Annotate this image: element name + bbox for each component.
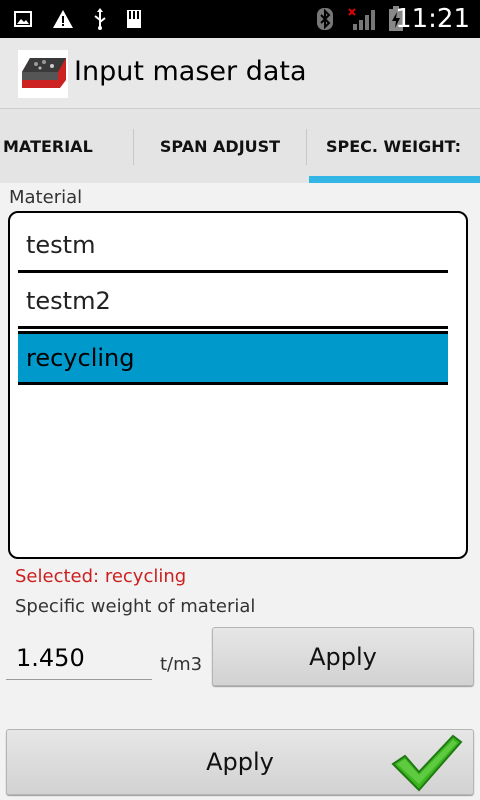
- usb-icon: [90, 0, 110, 38]
- specific-weight-label: Specific weight of material: [15, 596, 256, 617]
- app-icon[interactable]: [18, 50, 68, 98]
- status-bar: 11:21: [0, 0, 480, 38]
- bluetooth-icon: [314, 0, 336, 38]
- list-item-testm2[interactable]: testm2: [18, 275, 448, 329]
- tab-span-adjust[interactable]: SPAN ADJUST: [134, 109, 306, 183]
- page-title: Input maser data: [74, 56, 307, 87]
- unit-label: t/m3: [160, 654, 203, 675]
- tab-spec-weight[interactable]: SPEC. WEIGHT:: [307, 109, 480, 183]
- specific-weight-input[interactable]: 1.450: [6, 636, 152, 680]
- signal-icon: [346, 0, 378, 38]
- warning-icon: [50, 0, 76, 38]
- sd-card-icon: [124, 0, 144, 38]
- apply-weight-button-label: Apply: [309, 642, 377, 671]
- checkmark-icon: [391, 734, 463, 798]
- apply-button[interactable]: Apply: [6, 729, 474, 795]
- selected-material-text: Selected: recycling: [15, 566, 187, 587]
- apply-weight-button[interactable]: Apply: [212, 627, 474, 686]
- apply-button-label: Apply: [206, 748, 274, 776]
- material-list[interactable]: testm testm2 recycling: [8, 211, 468, 559]
- material-label: Material: [9, 187, 83, 208]
- tab-selected-indicator: [309, 176, 480, 183]
- clock: 11:21: [395, 4, 470, 34]
- list-item-recycling[interactable]: recycling: [18, 331, 448, 385]
- list-item-testm[interactable]: testm: [18, 219, 448, 273]
- tab-bar: MATERIAL SPAN ADJUST SPEC. WEIGHT:: [0, 108, 480, 183]
- action-bar: Input maser data: [0, 38, 480, 108]
- tab-material[interactable]: MATERIAL: [0, 109, 134, 183]
- picture-icon: [12, 0, 34, 38]
